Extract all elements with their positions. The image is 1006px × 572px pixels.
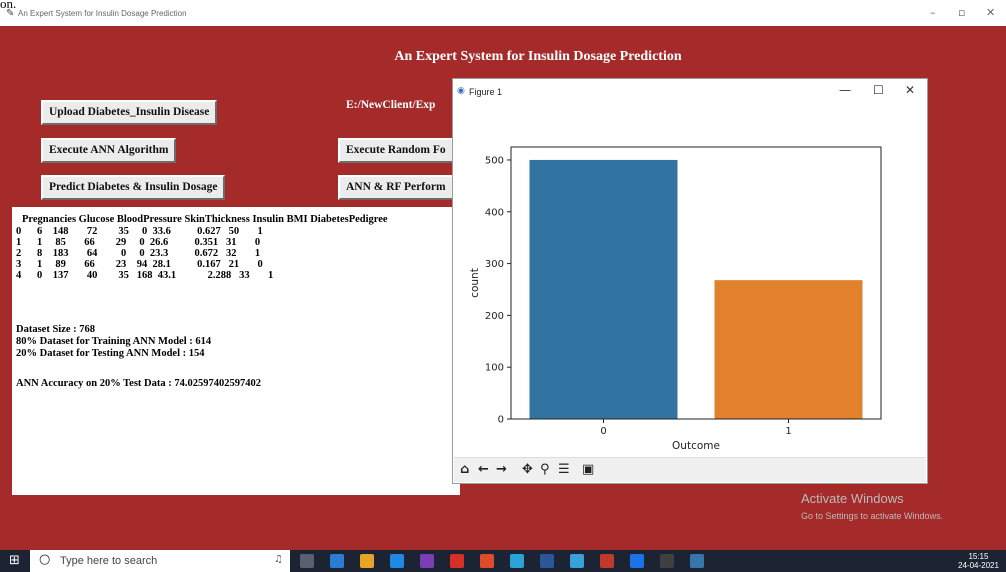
window-titlebar: ✎ An Expert System for Insulin Dosage Pr…: [0, 0, 1006, 26]
dataset-size-text: Dataset Size : 768: [16, 324, 96, 335]
system-clock[interactable]: 15:15 24-04-2021: [958, 552, 999, 570]
search-placeholder: Type here to search: [60, 555, 158, 567]
y-tick-label-0: 0: [498, 415, 504, 426]
y-tick-label-100: 100: [485, 363, 504, 374]
activate-windows-title: Activate Windows: [801, 491, 904, 506]
chrome-icon[interactable]: [450, 554, 464, 568]
app-icon[interactable]: [420, 554, 434, 568]
dataset-row: 2 8 183 64 0 0 23.3 0.672 32 1: [16, 248, 261, 259]
ie-icon[interactable]: [390, 554, 404, 568]
activate-windows-subtitle: Go to Settings to activate Windows.: [801, 511, 944, 521]
search-circle-icon: ○: [39, 552, 51, 567]
upload-dataset-button[interactable]: Upload Diabetes_Insulin Disease: [41, 100, 218, 125]
y-tick-label-500: 500: [485, 155, 504, 166]
store-icon[interactable]: [510, 554, 524, 568]
y-axis-label: count: [469, 268, 481, 298]
save-icon[interactable]: ▣: [582, 462, 594, 477]
bar-1: [714, 280, 863, 419]
zoom-icon[interactable]: ⚲: [540, 462, 550, 477]
windows-start-icon[interactable]: ⊞: [9, 553, 20, 568]
terminal-icon[interactable]: [660, 554, 674, 568]
configure-icon[interactable]: ☰: [558, 462, 570, 477]
execute-random-forest-button[interactable]: Execute Random Fo: [338, 138, 454, 163]
dataset-path-label: E:/NewClient/Exp: [346, 99, 436, 111]
training-size-text: 80% Dataset for Training ANN Model : 614: [16, 336, 212, 347]
python-icon[interactable]: [690, 554, 704, 568]
dataset-row: 4 0 137 40 35 168 43.1 2.288 33 1: [16, 270, 274, 281]
forward-icon[interactable]: →: [496, 462, 507, 477]
figure-window: ◉ Figure 1 — ☐ ✕ 0 1 0 100 200 300 400 500 Outco…: [452, 78, 928, 484]
app-title: An Expert System for Insulin Dosage Pred…: [394, 49, 682, 64]
maximize-button[interactable]: ▫: [958, 6, 965, 19]
clipped-caption-text: on.: [0, 0, 17, 11]
photos-icon[interactable]: [570, 554, 584, 568]
edge-icon[interactable]: [330, 554, 344, 568]
microphone-icon[interactable]: ♫: [274, 554, 283, 565]
y-tick-label-300: 300: [485, 259, 504, 270]
home-icon[interactable]: ⌂: [460, 462, 469, 477]
taskbar-search-box[interactable]: ○ Type here to search ♫: [30, 550, 290, 572]
window-title: An Expert System for Insulin Dosage Pred…: [18, 9, 187, 18]
y-tick-label-200: 200: [485, 311, 504, 322]
file-explorer-icon[interactable]: [360, 554, 374, 568]
app2-icon[interactable]: [630, 554, 644, 568]
figure-toolbar: ⌂ ← → ✥ ⚲ ☰ ▣: [454, 457, 926, 482]
predict-button[interactable]: Predict Diabetes & Insulin Dosage: [41, 175, 226, 200]
x-tick-label-1: 1: [785, 426, 791, 437]
taskbar: ⊞ ○ Type here to search ♫ 15:15 24-04-20…: [0, 550, 1006, 572]
dataset-row: 3 1 89 66 23 94 28.1 0.167 21 0: [16, 259, 263, 270]
testing-size-text: 20% Dataset for Testing ANN Model : 154: [16, 348, 205, 359]
browser-icon[interactable]: [480, 554, 494, 568]
x-tick-label-0: 0: [600, 426, 606, 437]
execute-ann-button[interactable]: Execute ANN Algorithm: [41, 138, 177, 163]
dataset-header-row: Pregnancies Glucose BloodPressure SkinTh…: [22, 214, 388, 225]
pan-icon[interactable]: ✥: [522, 462, 533, 477]
clock-date: 24-04-2021: [958, 561, 999, 570]
dataset-row: 1 1 85 66 29 0 26.6 0.351 31 0: [16, 237, 261, 248]
clock-time: 15:15: [968, 552, 989, 561]
tool-icon[interactable]: [600, 554, 614, 568]
close-button[interactable]: ✕: [986, 6, 995, 19]
x-axis-label: Outcome: [672, 440, 720, 452]
ann-accuracy-text: ANN Accuracy on 20% Test Data : 74.02597…: [16, 378, 261, 389]
dataset-row: 0 6 148 72 35 0 33.6 0.627 50 1: [16, 226, 263, 237]
back-icon[interactable]: ←: [478, 462, 489, 477]
task-view-icon[interactable]: [300, 554, 314, 568]
bar-0: [529, 159, 678, 419]
minimize-button[interactable]: –: [930, 6, 936, 19]
performance-graph-button[interactable]: ANN & RF Perform: [338, 175, 454, 200]
output-text-area[interactable]: Pregnancies Glucose BloodPressure SkinTh…: [12, 207, 460, 495]
bar-chart: 0 1 0 100 200 300 400 500 Outcome count: [469, 146, 882, 452]
y-tick-label-400: 400: [485, 207, 504, 218]
word-icon[interactable]: [540, 554, 554, 568]
